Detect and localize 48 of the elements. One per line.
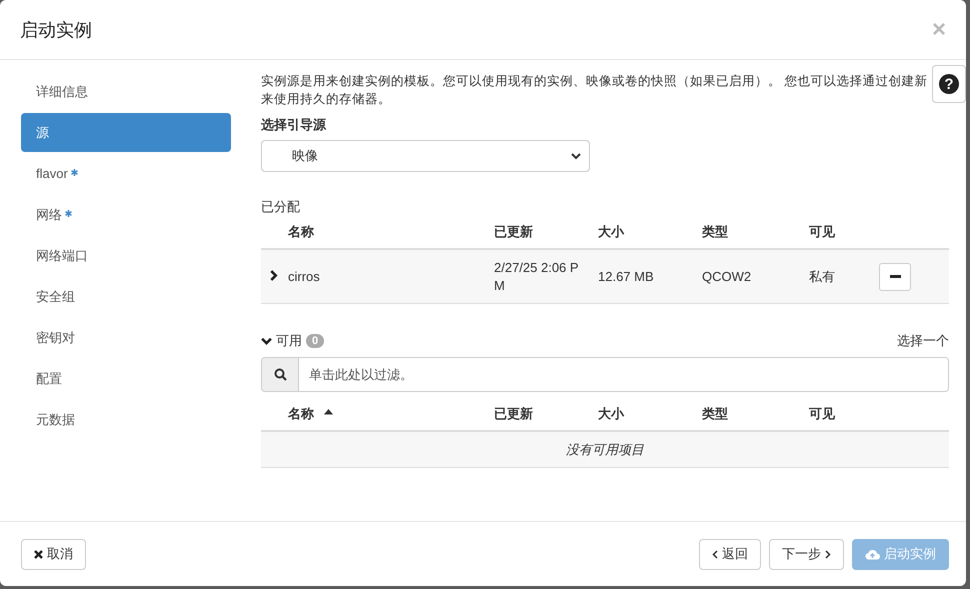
help-button[interactable]: ? [932, 65, 966, 103]
section-label: 可用 [276, 332, 302, 350]
column-header: 大小 [598, 223, 626, 241]
column-header: 已更新 [494, 223, 534, 241]
description-text: 实例源是用来创建实例的模板。您可以使用现有的实例、映像或卷的快照（如果已启用）。 您也可以选择通过创建新 来使用持久的存储器。 [261, 73, 928, 108]
column-header: 名称 [288, 223, 315, 241]
close-icon [34, 550, 43, 558]
table-cell-text: 12.67 MB [598, 269, 655, 284]
cloud-upload-icon [865, 548, 880, 560]
section-label: 已分配 [261, 198, 301, 216]
sidebar-item[interactable]: 网络 [21, 195, 231, 234]
sidebar-item[interactable]: 元数据 [21, 400, 231, 439]
sidebar-item[interactable]: 配置 [21, 359, 231, 398]
sidebar-item[interactable]: 源 [21, 113, 231, 152]
cancel-button[interactable]: 取消 [21, 538, 86, 570]
table-cell-text: 私有 [809, 268, 836, 286]
column-header[interactable]: 已更新 [494, 405, 598, 423]
column-header[interactable]: 类型 [702, 405, 809, 423]
column-header[interactable]: 大小 [598, 405, 702, 423]
empty-message: 没有可用项目 [261, 432, 949, 468]
field-label: 选择引导源 [261, 116, 328, 134]
chevron-right-icon [825, 550, 831, 558]
window-title: 启动实例 [20, 18, 92, 42]
boot-source-select[interactable]: 映像 [261, 140, 590, 172]
sidebar-item[interactable]: flavor [21, 154, 231, 193]
sidebar-item[interactable]: 密钥对 [21, 318, 231, 357]
column-header: 可见 [809, 223, 836, 241]
sidebar-item[interactable]: 安全组 [21, 277, 231, 316]
next-button[interactable]: 下一步 [769, 538, 844, 570]
table-cell-text: cirros [288, 269, 321, 284]
minus-icon [890, 275, 900, 278]
column-header: 类型 [702, 223, 729, 241]
chevron-icon[interactable] [268, 270, 279, 281]
select-hint: 选择一个 [897, 332, 949, 350]
column-header[interactable]: 可见 [809, 405, 879, 423]
remove-button[interactable] [879, 262, 911, 290]
table-cell-text: 2/27/25 2:06 PM [494, 258, 580, 294]
column-header[interactable]: 名称 [288, 405, 494, 423]
search-icon [274, 368, 286, 381]
filter-field[interactable]: 单击此处以过滤。 [261, 357, 949, 392]
table-cell-text: QCOW2 [702, 269, 752, 284]
caret-icon [571, 152, 581, 160]
sidebar-item[interactable]: 详细信息 [21, 72, 231, 111]
back-button[interactable]: 返回 [699, 538, 761, 570]
chevron-icon[interactable] [261, 336, 272, 346]
chevron-left-icon [712, 550, 718, 558]
count-badge: 0 [306, 334, 324, 348]
sidebar-item[interactable]: 网络端口 [21, 236, 231, 275]
